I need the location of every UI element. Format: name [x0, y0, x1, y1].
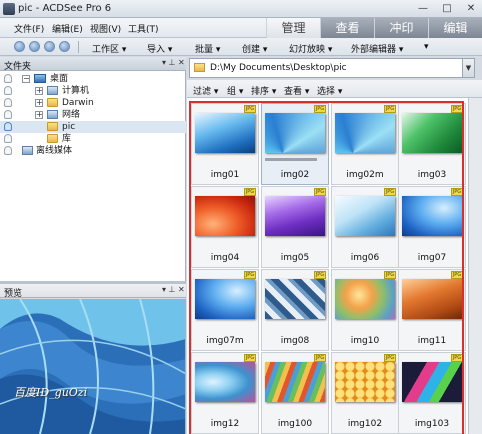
slideshow-menu[interactable]: 幻灯放映 ▾: [289, 42, 332, 55]
tree-item-library[interactable]: 库: [0, 133, 186, 145]
preview-image: 百度ID_guOzi: [0, 299, 186, 434]
close-panel-icon[interactable]: ✕: [178, 285, 185, 294]
more-menu[interactable]: ▾: [424, 42, 429, 52]
computer-icon: [47, 86, 58, 95]
menu-file[interactable]: 文件(F): [14, 22, 44, 35]
offline-media-icon: [22, 146, 33, 155]
filter-menu[interactable]: 过滤 ▾: [193, 84, 218, 97]
expand-icon[interactable]: +: [35, 87, 43, 95]
folder-icon: [194, 63, 205, 72]
network-icon: [47, 110, 58, 119]
window-title: pic - ACDSee Pro 6: [18, 3, 112, 14]
pin-checkbox-icon[interactable]: [4, 74, 12, 83]
view-menu[interactable]: 查看 ▾: [284, 84, 309, 97]
minimize-button[interactable]: —: [412, 1, 434, 16]
group-menu[interactable]: 组 ▾: [227, 84, 243, 97]
preview-panel-header: 预览 ▾ ⊥ ✕: [0, 284, 186, 299]
menu-tools[interactable]: 工具(T): [128, 22, 159, 35]
pin-checkbox-icon[interactable]: [4, 110, 12, 119]
user-folder-icon: [47, 98, 58, 107]
preview-panel-title: 预览: [4, 289, 23, 299]
close-button[interactable]: ✕: [460, 1, 482, 16]
pin-icon[interactable]: ▾ ⊥: [162, 285, 176, 294]
toolbar-divider: [78, 41, 79, 53]
tree-label-computer: 计算机: [62, 86, 90, 96]
tree-label-network: 网络: [62, 110, 81, 120]
tree-item-network[interactable]: + 网络: [0, 109, 186, 121]
tree-label-desktop: 桌面: [50, 74, 69, 84]
external-editor-menu[interactable]: 外部编辑器 ▾: [351, 42, 403, 55]
create-menu[interactable]: 创建 ▾: [242, 42, 267, 55]
tab-view[interactable]: 查看: [320, 18, 374, 38]
path-field[interactable]: D:\My Documents\Desktop\pic ▼: [189, 58, 475, 78]
close-panel-icon[interactable]: ✕: [178, 58, 185, 67]
menu-view[interactable]: 视图(V): [90, 22, 121, 35]
pin-checkbox-icon[interactable]: [4, 146, 12, 155]
path-value: D:\My Documents\Desktop\pic: [210, 63, 347, 73]
title-bar: pic - ACDSee Pro 6 — □ ✕: [0, 0, 482, 18]
pin-checkbox-icon[interactable]: [4, 122, 12, 131]
preview-watermark: 百度ID_guOzi: [14, 386, 88, 399]
tree-item-offline-media[interactable]: 离线媒体: [0, 145, 186, 157]
maximize-button[interactable]: □: [436, 1, 458, 16]
vertical-scrollbar[interactable]: [468, 98, 482, 434]
pin-icon[interactable]: ▾ ⊥: [162, 58, 176, 67]
tree-item-darwin[interactable]: + Darwin: [0, 97, 186, 109]
sort-menu[interactable]: 排序 ▾: [251, 84, 276, 97]
library-icon: [47, 134, 58, 143]
main-toolbar: 工作区 ▾ 导入 ▾ 批量 ▾ 创建 ▾ 幻灯放映 ▾ 外部编辑器 ▾ ▾: [0, 38, 482, 56]
folder-icon: [47, 122, 58, 131]
tree-label-darwin: Darwin: [62, 98, 94, 108]
collapse-icon[interactable]: −: [22, 75, 30, 83]
desktop-icon: [34, 74, 46, 83]
import-menu[interactable]: 导入 ▾: [147, 42, 172, 55]
pin-checkbox-icon[interactable]: [4, 86, 12, 95]
tab-develop[interactable]: 冲印: [374, 18, 428, 38]
expand-icon[interactable]: +: [35, 111, 43, 119]
tab-edit[interactable]: 编辑: [428, 18, 482, 38]
back-icon[interactable]: [14, 41, 25, 52]
folder-tree: − 桌面 + 计算机 + Darwin + 网络 pic 库 离线媒体: [0, 71, 186, 281]
select-menu[interactable]: 选择 ▾: [317, 84, 342, 97]
up-icon[interactable]: [44, 41, 55, 52]
tree-label-library: 库: [62, 134, 72, 144]
tree-item-computer[interactable]: + 计算机: [0, 85, 186, 97]
pin-checkbox-icon[interactable]: [4, 134, 12, 143]
pin-checkbox-icon[interactable]: [4, 98, 12, 107]
folders-panel-header: 文件夹 ▾ ⊥ ✕: [0, 57, 186, 72]
tab-manage[interactable]: 管理: [266, 18, 320, 38]
refresh-icon[interactable]: [59, 41, 70, 52]
menu-edit[interactable]: 编辑(E): [52, 22, 83, 35]
forward-icon[interactable]: [29, 41, 40, 52]
filter-bar: 过滤 ▾ 组 ▾ 排序 ▾ 查看 ▾ 选择 ▾: [187, 80, 482, 98]
tree-item-desktop[interactable]: − 桌面: [0, 73, 186, 85]
tree-label-pic: pic: [62, 122, 76, 132]
tree-label-offline-media: 离线媒体: [36, 146, 73, 156]
app-icon: [3, 3, 15, 15]
path-dropdown-icon[interactable]: ▼: [462, 59, 474, 77]
batch-menu[interactable]: 批量 ▾: [195, 42, 220, 55]
tree-item-pic[interactable]: pic: [0, 121, 186, 133]
expand-icon[interactable]: +: [35, 99, 43, 107]
workspace-menu[interactable]: 工作区 ▾: [92, 42, 126, 55]
selection-outline: [189, 101, 464, 434]
preview-balloon-image: [0, 299, 185, 434]
